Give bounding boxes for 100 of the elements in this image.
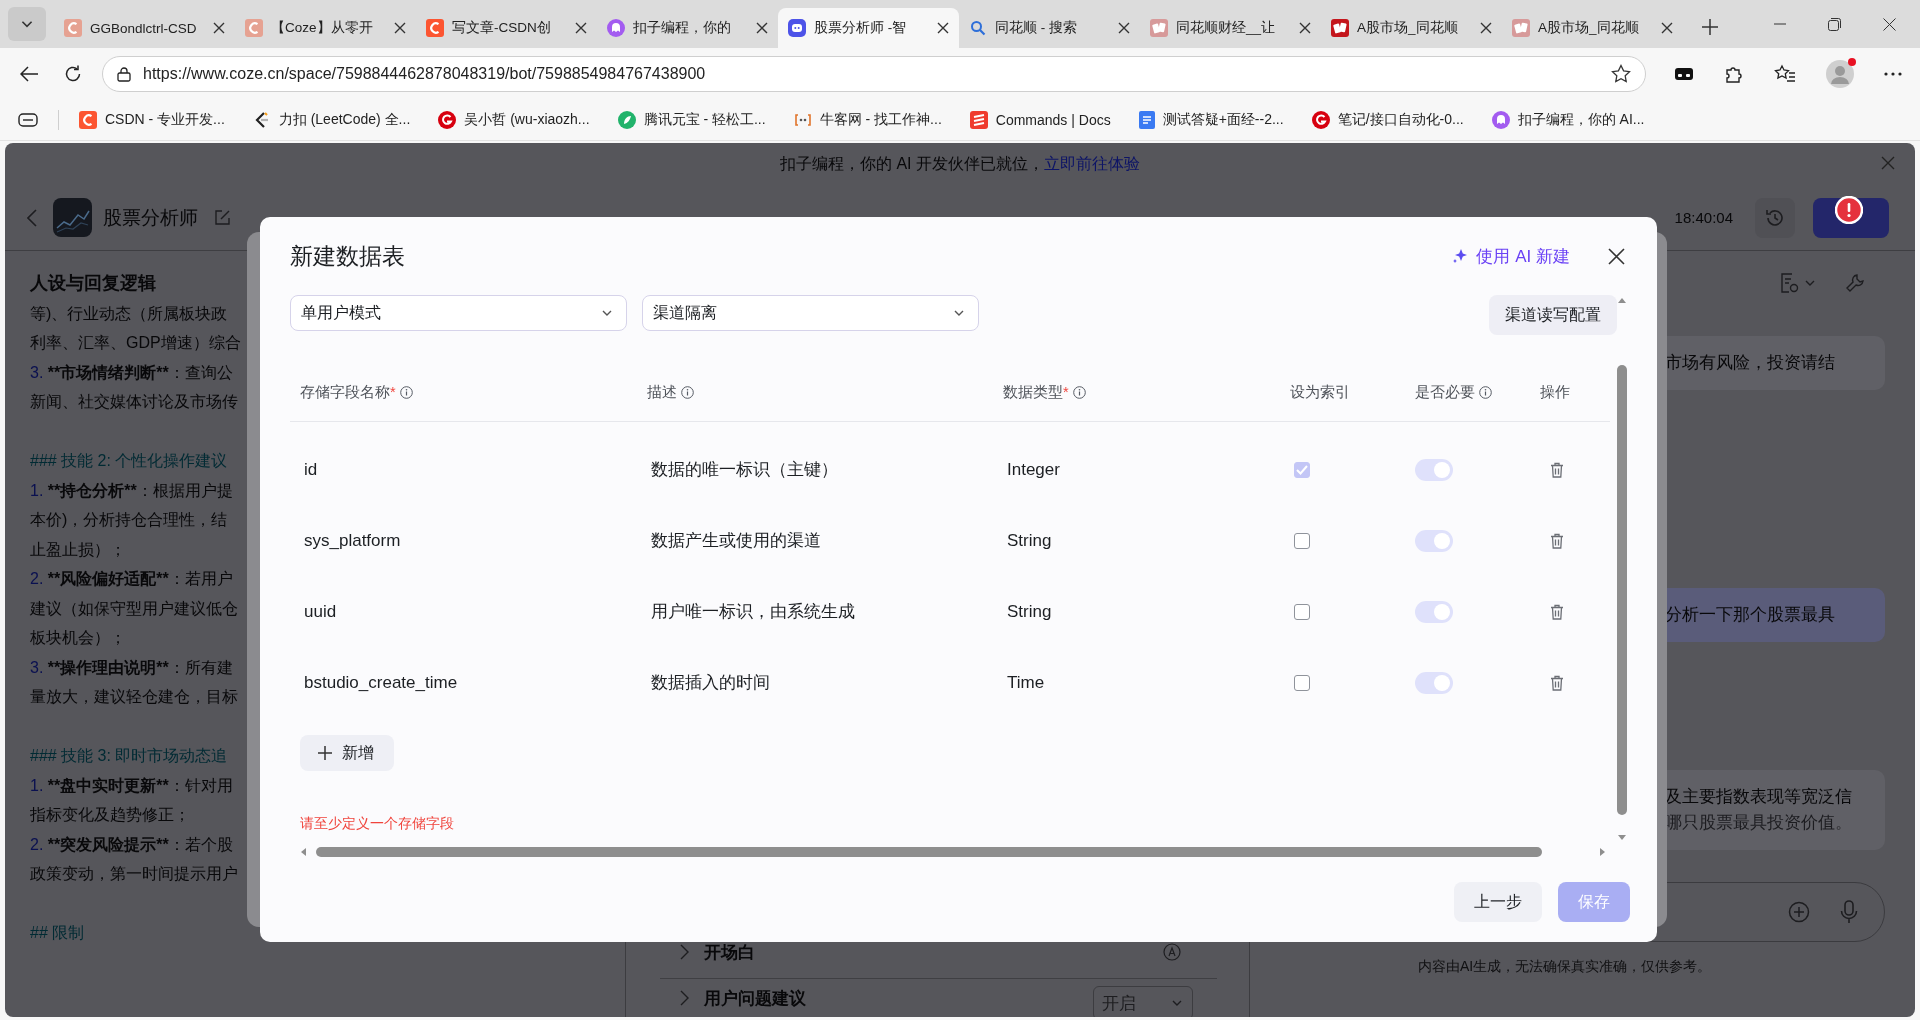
browser-tab[interactable]: A股市场_同花顺 (1502, 8, 1683, 48)
prompt-line: 止盈止损）； (30, 539, 126, 560)
address-field[interactable]: https://www.coze.cn/space/7598844462878048319/bot/7598854984767438900 (102, 56, 1646, 92)
delete-button[interactable] (1550, 603, 1564, 620)
star-icon[interactable] (1611, 64, 1631, 84)
bookmark[interactable]: Commands | Docs (969, 111, 1111, 129)
alert-badge-icon (1835, 195, 1863, 224)
required-toggle[interactable] (1415, 600, 1453, 623)
close-icon[interactable] (937, 22, 949, 34)
vertical-scrollbar[interactable] (1615, 297, 1629, 842)
index-checkbox[interactable] (1294, 603, 1310, 620)
column-header: 数据类型* (1003, 382, 1069, 402)
ghost-logo-icon (1491, 111, 1510, 129)
channel-config-button[interactable]: 渠道读写配置 (1489, 295, 1617, 335)
browser-tab[interactable]: 【Coze】从零开 (235, 8, 416, 48)
prompt-line: 新闻、社交媒体讨论及市场传 (30, 392, 238, 412)
index-checkbox[interactable] (1294, 461, 1310, 478)
field-type: String (1007, 601, 1052, 622)
notification-dot (1848, 58, 1856, 66)
prompt-heading: ### 技能 2: 个性化操作建议 (30, 451, 228, 471)
more-icon (1884, 72, 1902, 76)
bookmark[interactable]: 测试答疑+面经--2... (1138, 111, 1284, 129)
prompt-heading: ## 限制 (30, 923, 85, 943)
close-icon[interactable] (575, 22, 587, 34)
close-icon (1883, 17, 1896, 31)
add-field-button[interactable]: 新增 (300, 735, 394, 771)
bookmark[interactable]: 腾讯元宝 - 轻松工... (617, 111, 766, 129)
reload-icon (64, 65, 82, 83)
bracket-face-icon (793, 111, 812, 129)
ai-create-button[interactable]: 使用 AI 新建 (1452, 244, 1570, 268)
robot-logo-icon (788, 19, 806, 37)
field-description: 数据插入的时间 (651, 672, 770, 694)
delete-button[interactable] (1550, 461, 1564, 478)
c-logo-icon (245, 19, 263, 37)
banner-text: 扣子编程，你的 AI 开发伙伴已就位，立即前往体验 (780, 153, 1140, 174)
column-header: 描述 (647, 382, 677, 402)
info-icon (399, 385, 413, 399)
trash-icon (1550, 603, 1564, 620)
bookmark[interactable]: CSDN - 专业开发... (79, 111, 225, 129)
reading-list-icon[interactable] (18, 113, 38, 127)
channel-select[interactable]: 渠道隔离 (642, 295, 979, 331)
browser-tab[interactable]: A股市场_同花顺 (1321, 8, 1502, 48)
bookmark[interactable]: 力扣 (LeetCode) 全... (252, 111, 411, 129)
delete-button[interactable] (1550, 674, 1564, 691)
close-icon[interactable] (394, 22, 406, 34)
browser-tab[interactable]: 扣子编程，你的 (597, 8, 778, 48)
prompt-line: 等)、行业动态（所属板块政 (30, 303, 228, 324)
close-icon[interactable] (213, 22, 225, 34)
required-toggle[interactable] (1415, 529, 1453, 552)
puzzle-icon (1724, 64, 1744, 84)
browser-tab[interactable]: 同花顺财经__让 (1140, 8, 1321, 48)
close-icon[interactable] (1480, 22, 1492, 34)
close-button[interactable] (1606, 245, 1627, 267)
field-type: Integer (1007, 459, 1060, 480)
mode-select[interactable]: 单用户模式 (290, 295, 627, 331)
close-icon[interactable] (1661, 22, 1673, 34)
wrench-icon (1845, 273, 1865, 293)
field-description: 用户唯一标识，由系统生成 (651, 601, 855, 623)
prompt-line: 3. **市场情绪判断**：查询公 (30, 362, 233, 383)
bookmark[interactable]: 扣子编程，你的 AI... (1491, 111, 1645, 129)
trash-icon (1550, 461, 1564, 478)
field-name: bstudio_create_time (304, 672, 458, 693)
field-name: uuid (304, 601, 337, 622)
browser-tab[interactable]: GGBondlctrl-CSD (54, 8, 235, 48)
browser-tab[interactable]: 股票分析师 -智 (778, 8, 959, 48)
prompt-line: 1. **盘中实时更新**：针对用 (30, 775, 233, 796)
plus-icon (318, 746, 332, 760)
bookmark[interactable]: 笔记/接口自动化-0... (1311, 111, 1464, 129)
browser-tab[interactable]: 同花顺 - 搜索 (959, 8, 1140, 48)
prompt-line: 板块机会）； (30, 628, 126, 648)
required-toggle[interactable] (1415, 458, 1453, 481)
error-message: 请至少定义一个存储字段 (300, 815, 454, 833)
browser-tab[interactable]: 写文章-CSDN创 (416, 8, 597, 48)
stripe-logo-icon (969, 111, 988, 129)
close-icon (1881, 156, 1895, 170)
back-button[interactable]: 上一步 (1454, 882, 1542, 922)
prompt-line: 1. **持仓分析**：根据用户提 (30, 480, 233, 501)
close-icon[interactable] (1299, 22, 1311, 34)
close-icon[interactable] (756, 22, 768, 34)
publish-button[interactable] (1813, 197, 1889, 238)
prompt-line: 3. **操作理由说明**：所有建 (30, 657, 233, 678)
column-header: 操作 (1540, 382, 1570, 402)
delete-button[interactable] (1550, 532, 1564, 549)
index-checkbox[interactable] (1294, 674, 1310, 691)
index-checkbox[interactable] (1294, 532, 1310, 549)
field-type: String (1007, 530, 1052, 551)
close-icon[interactable] (1118, 22, 1130, 34)
bot-name: 股票分析师 (103, 205, 198, 230)
bookmark[interactable]: 吴小哲 (wu-xiaozh... (438, 111, 590, 129)
setting-label: 开场白 (704, 942, 755, 962)
dialog-title: 新建数据表 (290, 241, 405, 271)
column-header: 设为索引 (1290, 382, 1350, 402)
trash-icon (1550, 674, 1564, 691)
trash-icon (1550, 532, 1564, 549)
bookmark[interactable]: 牛客网 - 找工作神... (793, 111, 942, 129)
microphone-icon (1840, 900, 1858, 924)
lock-icon (117, 66, 131, 82)
star-list-icon (1774, 64, 1796, 84)
required-toggle[interactable] (1415, 671, 1453, 694)
column-header: 存储字段名称* (300, 382, 396, 402)
